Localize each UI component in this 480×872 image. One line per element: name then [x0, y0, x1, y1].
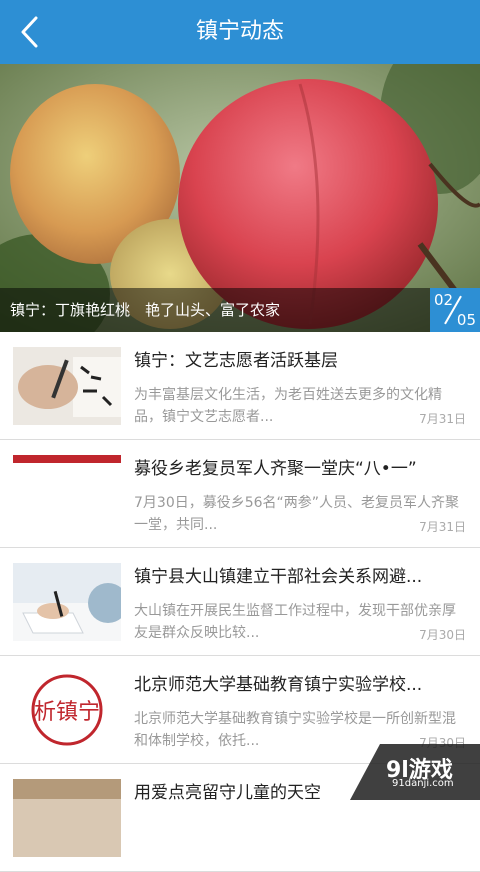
news-thumbnail — [13, 347, 121, 425]
watermark-url: 91danji.com — [392, 778, 454, 789]
news-date: 7月30日 — [415, 626, 466, 643]
current-page: 02 — [434, 291, 454, 309]
news-date: 7月31日 — [415, 410, 466, 427]
banner-carousel[interactable]: 镇宁：丁旗艳红桃 艳了山头、富了农家 02 05 — [0, 64, 480, 332]
thumbnail-text: 析镇宁 — [34, 700, 100, 725]
news-title: 镇宁：文艺志愿者活跃基层 — [134, 351, 338, 371]
news-thumbnail — [13, 563, 121, 641]
news-thumbnail — [13, 779, 121, 857]
news-title: 北京师范大学基础教育镇宁实验学校... — [134, 675, 423, 695]
top-bar: 镇宁动态 — [0, 0, 480, 64]
news-date: 7月31日 — [415, 518, 466, 535]
news-item[interactable]: 镇宁县大山镇建立干部社会关系网避... 大山镇在开展民生监督工作过程中，发现干部… — [0, 548, 480, 656]
news-item[interactable]: 镇宁：文艺志愿者活跃基层 为丰富基层文化生活，为老百姓送去更多的文化精品，镇宁文… — [0, 332, 480, 440]
total-pages: 05 — [456, 311, 476, 329]
news-thumbnail — [13, 455, 121, 533]
news-title: 募役乡老复员军人齐聚一堂庆“八•一” — [134, 459, 417, 479]
page-title: 镇宁动态 — [195, 19, 284, 44]
news-title: 镇宁县大山镇建立干部社会关系网避... — [134, 567, 423, 587]
banner-page-indicator: 02 05 — [430, 288, 480, 332]
site-watermark: 9l游戏 91danji.com — [350, 744, 480, 800]
news-thumbnail: 析镇宁 — [13, 671, 121, 749]
banner-caption: 镇宁：丁旗艳红桃 艳了山头、富了农家 — [0, 288, 430, 332]
news-item[interactable]: 募役乡老复员军人齐聚一堂庆“八•一” 7月30日，募役乡56名“两参”人员、老复… — [0, 440, 480, 548]
